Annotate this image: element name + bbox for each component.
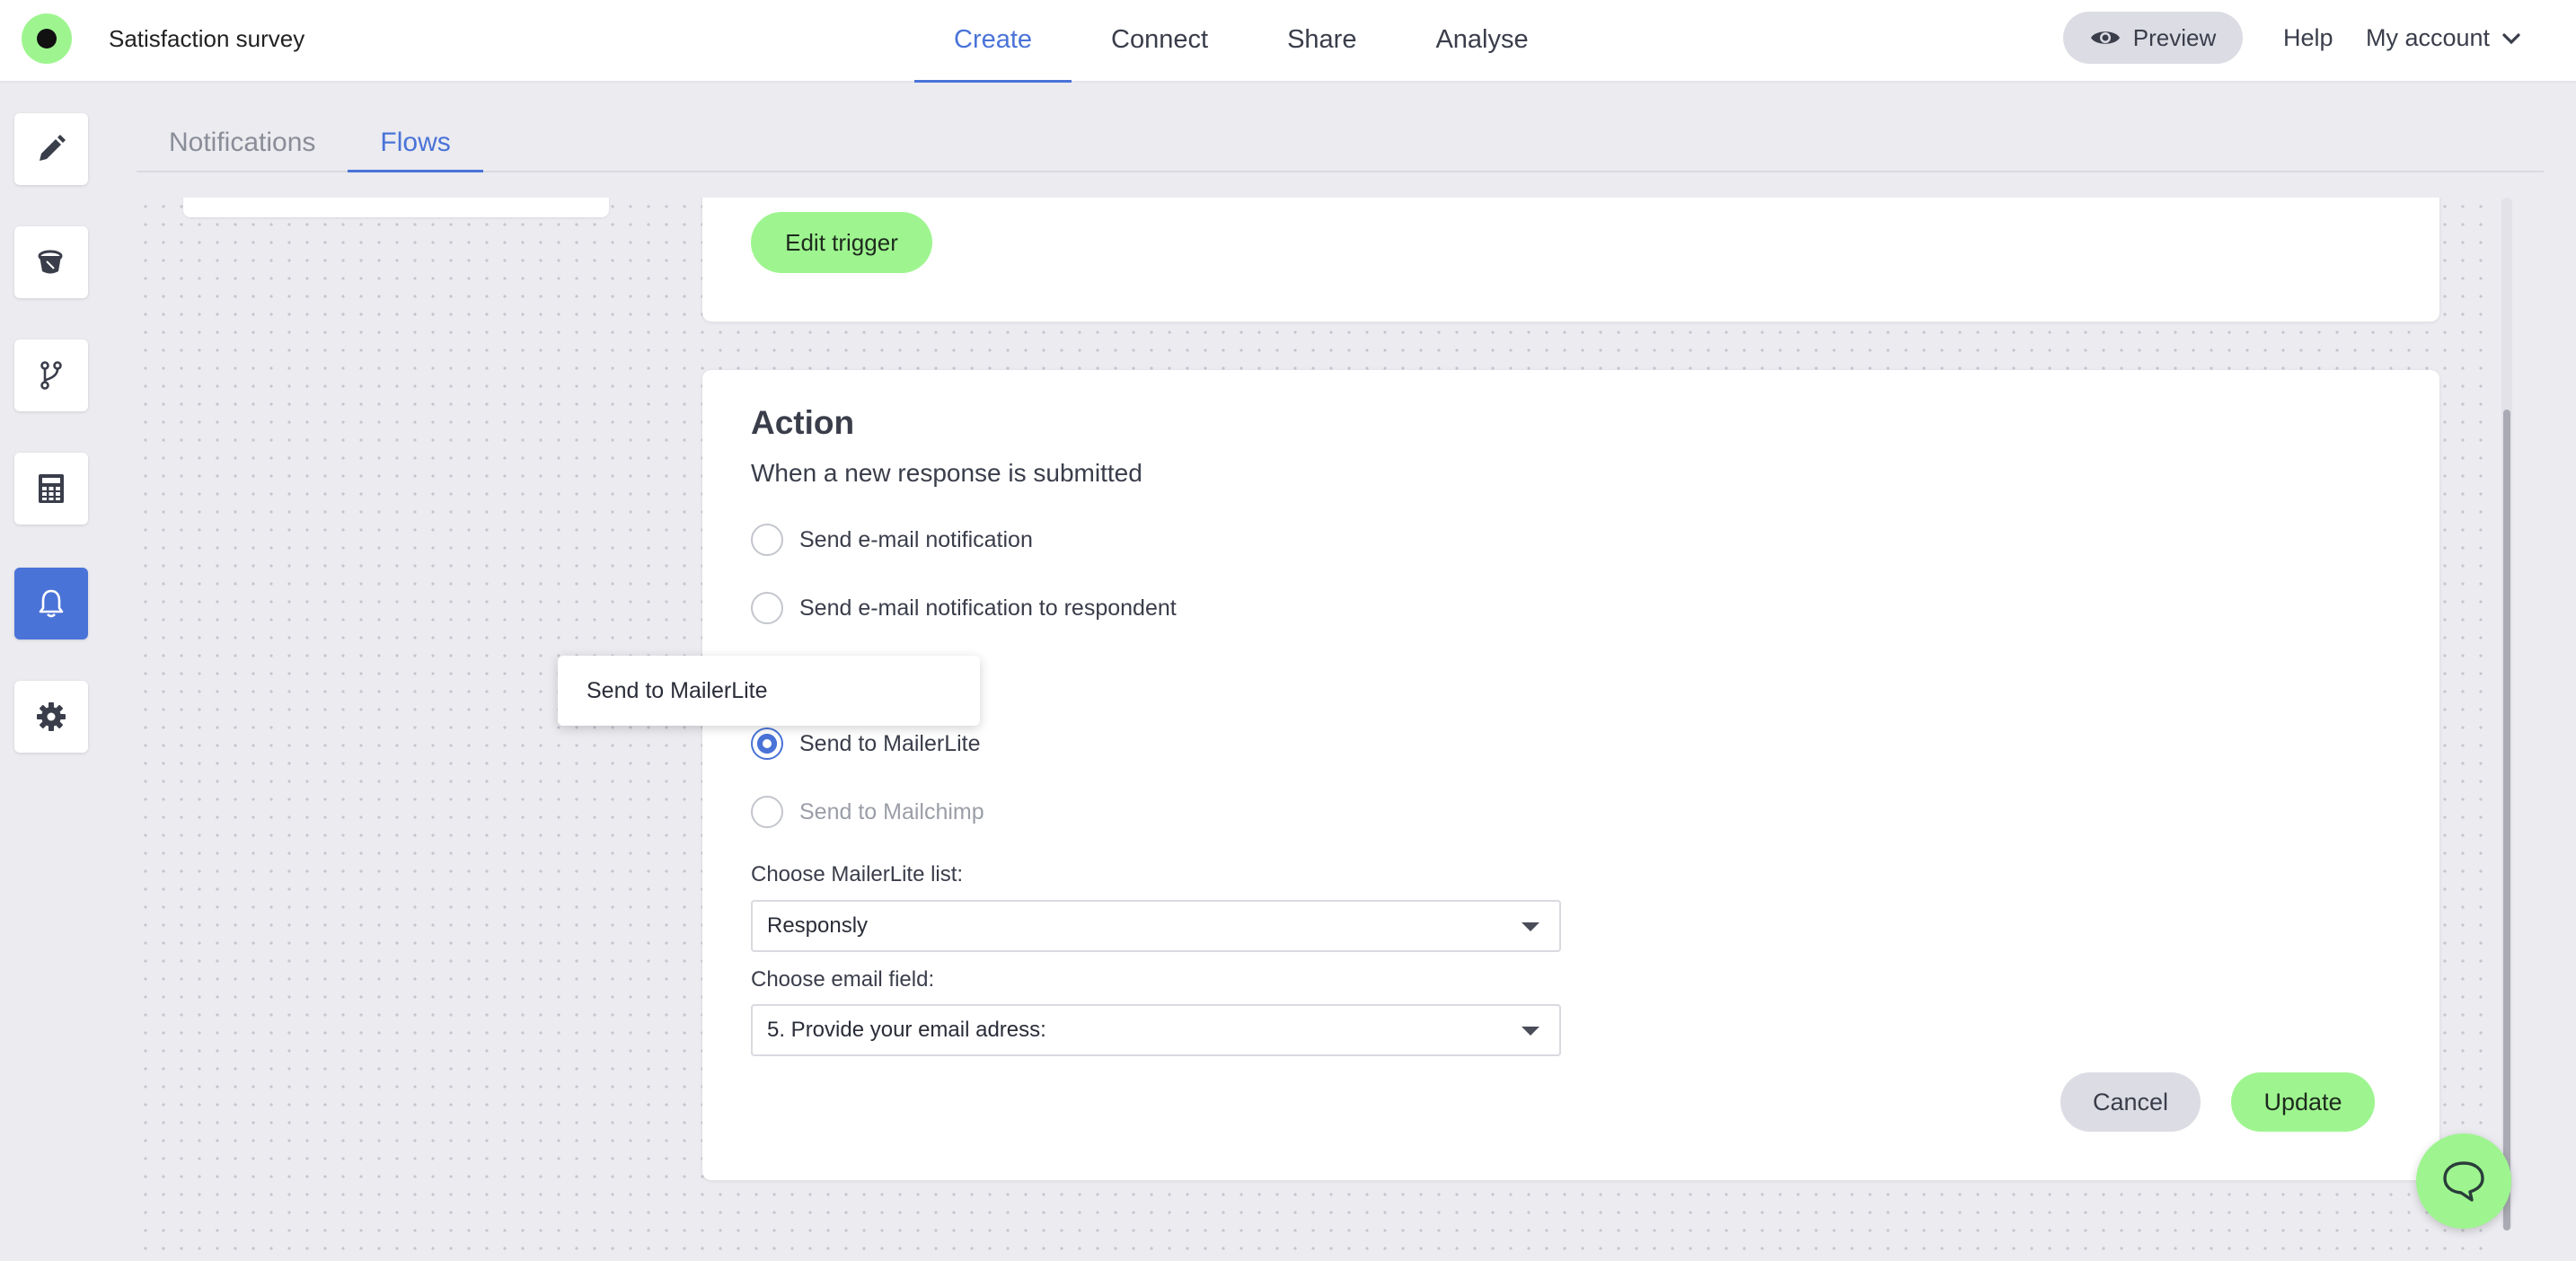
- eye-icon: [2090, 31, 2120, 44]
- rail-calculator-button[interactable]: [14, 453, 88, 525]
- bell-icon: [39, 589, 64, 618]
- survey-title: Satisfaction survey: [109, 25, 305, 52]
- mailerlite-list-select[interactable]: Responsly: [751, 900, 1561, 952]
- action-subtitle: When a new response is submitted: [751, 459, 1142, 487]
- my-account-label: My account: [2366, 24, 2491, 51]
- update-button[interactable]: Update: [2231, 1072, 2375, 1132]
- nav-connect[interactable]: Connect: [1072, 0, 1248, 83]
- nav-create[interactable]: Create: [914, 0, 1072, 83]
- tab-flows[interactable]: Flows: [348, 115, 483, 172]
- option-label: Send e-mail notification: [799, 526, 1033, 552]
- nav-share[interactable]: Share: [1248, 0, 1396, 83]
- radio-button[interactable]: [751, 592, 783, 624]
- option-label: Send to MailerLite: [799, 730, 981, 756]
- flow-list-card: [183, 198, 609, 217]
- flow-canvas: Edit trigger Action When a new response …: [137, 198, 2490, 1261]
- email-field-select[interactable]: 5. Provide your email adress:: [751, 1004, 1561, 1056]
- calculator-icon: [39, 474, 64, 503]
- select-value: 5. Provide your email adress:: [767, 1018, 1046, 1042]
- scrollbar-thumb[interactable]: [2503, 410, 2510, 1230]
- option-label: Send to Mailchimp: [799, 798, 984, 824]
- branch-icon: [40, 361, 62, 390]
- radio-button[interactable]: [751, 796, 783, 828]
- caret-down-icon: [1522, 1027, 1539, 1036]
- radio-button-selected[interactable]: [751, 728, 783, 760]
- option-label: Send e-mail notification to respondent: [799, 595, 1177, 621]
- chat-bubble-icon: [2443, 1161, 2484, 1202]
- caret-down-icon: [1522, 922, 1539, 931]
- pencil-icon: [40, 135, 66, 161]
- preview-label: Preview: [2132, 23, 2217, 51]
- edit-trigger-button[interactable]: Edit trigger: [751, 212, 932, 273]
- my-account-menu[interactable]: My account: [2366, 24, 2520, 52]
- paint-bucket-icon: [38, 250, 63, 274]
- subtabs: Notifications Flows: [137, 115, 2544, 172]
- option-email-respondent[interactable]: Send e-mail notification to respondent: [751, 590, 1177, 626]
- help-link[interactable]: Help: [2283, 24, 2333, 52]
- tab-notifications[interactable]: Notifications: [137, 115, 348, 172]
- top-navigation-bar: Satisfaction survey Create Connect Share…: [0, 0, 2576, 83]
- email-field-label: Choose email field:: [751, 967, 935, 992]
- select-value: Responsly: [767, 913, 869, 938]
- rail-settings-button[interactable]: [14, 681, 88, 753]
- main-nav: Create Connect Share Analyse: [914, 0, 1568, 83]
- gear-icon: [37, 702, 66, 731]
- rail-design-button[interactable]: [14, 226, 88, 298]
- chat-support-button[interactable]: [2416, 1133, 2511, 1229]
- nav-analyse[interactable]: Analyse: [1396, 0, 1567, 83]
- preview-button[interactable]: Preview: [2063, 12, 2243, 64]
- chevron-down-icon: [2502, 32, 2520, 44]
- action-title: Action: [751, 404, 855, 441]
- option-mailerlite[interactable]: Send to MailerLite: [751, 726, 981, 762]
- app-logo[interactable]: [22, 13, 72, 64]
- rail-editor-button[interactable]: [14, 113, 88, 185]
- cancel-button[interactable]: Cancel: [2060, 1072, 2201, 1132]
- option-mailchimp[interactable]: Send to Mailchimp: [751, 794, 984, 830]
- rail-logic-button[interactable]: [14, 340, 88, 411]
- radio-button[interactable]: [751, 524, 783, 556]
- mailerlite-list-label: Choose MailerLite list:: [751, 862, 964, 886]
- option-email-notification[interactable]: Send e-mail notification: [751, 522, 1033, 558]
- rail-notifications-button[interactable]: [14, 568, 88, 639]
- trigger-card: Edit trigger: [702, 198, 2439, 322]
- action-card: Action When a new response is submitted …: [702, 370, 2439, 1180]
- drag-tooltip: Send to MailerLite: [558, 656, 980, 726]
